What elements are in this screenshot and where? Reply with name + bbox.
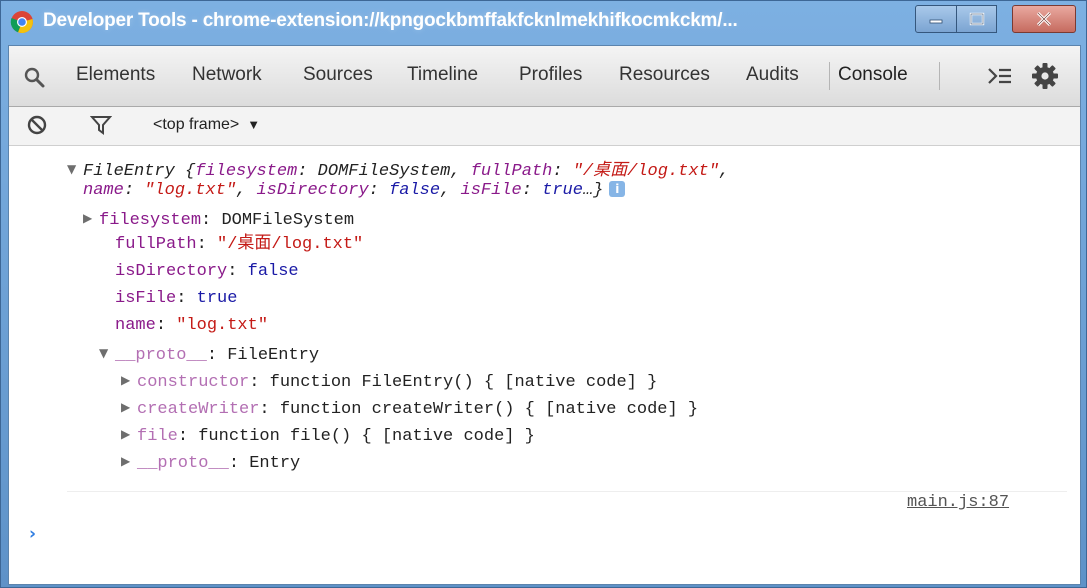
devtools-panel: Elements Network Sources Timeline Profil…	[8, 45, 1081, 585]
property-row: fullPath: "/桌面/log.txt"	[115, 235, 364, 254]
property-row[interactable]: ▼ __proto__: FileEntry	[99, 342, 319, 367]
tab-timeline[interactable]: Timeline	[407, 63, 478, 87]
collapsed-triangle-icon[interactable]: ▶	[121, 369, 137, 391]
filter-icon[interactable]	[90, 114, 112, 136]
console-toolbar: <top frame> ▼	[9, 107, 1080, 146]
window-title: Developer Tools - chrome-extension://kpn…	[43, 10, 738, 31]
source-link[interactable]: main.js:87	[907, 492, 1009, 514]
chevron-down-icon: ▼	[247, 117, 261, 132]
drawer-icon[interactable]	[987, 64, 1013, 88]
property-row: isFile: true	[115, 289, 238, 308]
collapsed-triangle-icon[interactable]: ▶	[83, 207, 99, 229]
collapsed-triangle-icon[interactable]: ▶	[121, 396, 137, 418]
chrome-icon	[10, 11, 33, 34]
collapsed-triangle-icon[interactable]: ▶	[121, 450, 137, 472]
property-row: isDirectory: false	[115, 262, 299, 281]
gear-icon[interactable]	[1031, 62, 1059, 90]
console-output: ▼ FileEntry {filesystem: DOMFileSystem, f…	[9, 146, 1080, 584]
search-icon[interactable]	[23, 66, 45, 88]
expanded-triangle-icon[interactable]: ▼	[99, 342, 115, 364]
frame-selector-label: <top frame>	[153, 116, 240, 133]
maximize-button[interactable]	[956, 5, 997, 33]
clear-console-icon[interactable]	[26, 114, 48, 136]
console-prompt-icon: ›	[29, 524, 37, 544]
proto-property-row[interactable]: ▶ file: function file() { [native code] }	[121, 423, 535, 448]
proto-property-row[interactable]: ▶ __proto__: Entry	[121, 450, 300, 475]
tab-sources[interactable]: Sources	[303, 63, 373, 87]
tab-elements[interactable]: Elements	[76, 63, 155, 87]
tab-console[interactable]: Console	[838, 63, 908, 87]
proto-property-row[interactable]: ▶ createWriter: function createWriter() {…	[121, 396, 698, 421]
object-summary-line-2: name: "log.txt", isDirectory: false, isF…	[83, 180, 626, 202]
expanded-triangle-icon[interactable]: ▼	[67, 158, 83, 180]
tab-separator	[829, 62, 830, 90]
tab-audits[interactable]: Audits	[746, 63, 799, 87]
close-button[interactable]	[1012, 5, 1076, 33]
minimize-button[interactable]	[915, 5, 957, 33]
property-row: name: "log.txt"	[115, 316, 269, 335]
property-row[interactable]: ▶ filesystem: DOMFileSystem	[83, 207, 354, 232]
frame-selector[interactable]: <top frame> ▼	[153, 114, 260, 136]
minimize-icon	[929, 19, 943, 24]
close-icon	[1036, 11, 1052, 27]
proto-property-row[interactable]: ▶ constructor: function FileEntry() { [na…	[121, 369, 657, 394]
tab-profiles[interactable]: Profiles	[519, 63, 582, 87]
console-input[interactable]	[47, 521, 48, 543]
devtools-window: Developer Tools - chrome-extension://kpn…	[0, 0, 1087, 588]
tab-resources[interactable]: Resources	[619, 63, 710, 87]
title-bar[interactable]: Developer Tools - chrome-extension://kpn…	[1, 1, 1086, 45]
collapsed-triangle-icon[interactable]: ▶	[121, 423, 137, 445]
tab-separator	[939, 62, 940, 90]
panel-tab-bar: Elements Network Sources Timeline Profil…	[9, 46, 1080, 107]
tab-network[interactable]: Network	[192, 63, 262, 87]
maximize-icon	[969, 12, 984, 26]
info-icon[interactable]: i	[609, 181, 626, 197]
